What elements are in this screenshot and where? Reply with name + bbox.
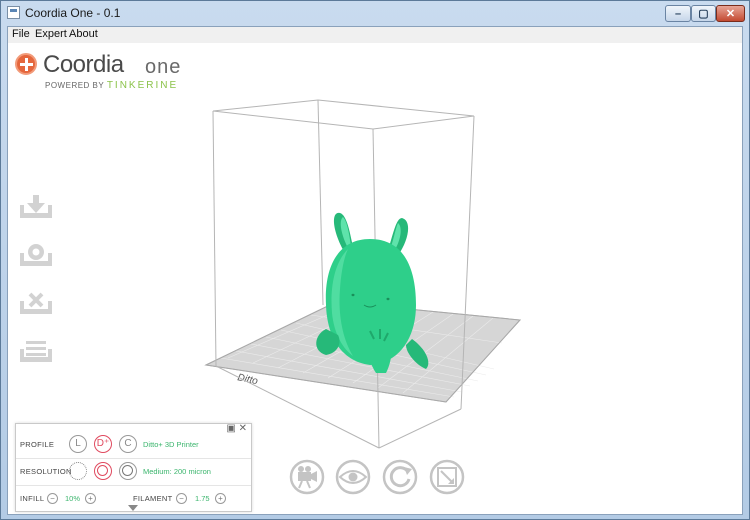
window-title: Coordia One - 0.1	[25, 6, 121, 20]
minimize-icon: –	[674, 8, 682, 20]
bunny-model[interactable]	[316, 212, 429, 373]
layers-icon[interactable]	[20, 341, 52, 362]
menu-bar: File Expert About	[8, 27, 742, 43]
infill-decrease-button[interactable]: −	[47, 493, 58, 504]
app-window: Coordia One - 0.1 – ▢ ✕ File Expert Abou…	[0, 0, 750, 520]
profile-option-l[interactable]: L	[69, 435, 87, 453]
menu-about[interactable]: About	[69, 28, 98, 40]
resolution-value: Medium: 200 micron	[143, 467, 211, 476]
logo-plus-icon	[15, 53, 37, 75]
clear-icon[interactable]	[20, 292, 52, 314]
close-button[interactable]: ✕	[716, 5, 745, 22]
camera-icon[interactable]	[289, 459, 325, 495]
menu-file[interactable]: File	[12, 28, 30, 40]
logo-powered-text: POWERED BY	[45, 81, 105, 90]
resolution-high[interactable]	[119, 462, 137, 480]
infill-label: INFILL	[20, 494, 45, 503]
view-eye-icon[interactable]	[335, 459, 371, 495]
logo-suffix: one	[145, 56, 182, 78]
maximize-button[interactable]: ▢	[691, 5, 716, 22]
resolution-medium[interactable]	[94, 462, 112, 480]
viewport-3d[interactable]: Ditto Coordia one POWERED BY TINKERINE ▣…	[8, 43, 742, 514]
infill-increase-button[interactable]: +	[85, 493, 96, 504]
maximize-icon: ▢	[698, 8, 709, 20]
client-area: File Expert About Ditto Coordia one POWE…	[7, 26, 743, 515]
profile-value: Ditto+ 3D Printer	[143, 440, 199, 449]
filament-decrease-button[interactable]: −	[176, 493, 187, 504]
resolution-low[interactable]	[69, 462, 87, 480]
ditto-bed-label: Ditto	[236, 372, 259, 387]
filament-label: FILAMENT	[133, 494, 173, 503]
title-bar[interactable]: Coordia One - 0.1 – ▢ ✕	[1, 1, 749, 25]
filament-increase-button[interactable]: +	[215, 493, 226, 504]
scale-icon[interactable]	[429, 459, 465, 495]
filament-value: 1.75	[195, 494, 210, 503]
close-icon: ✕	[725, 8, 736, 20]
profile-option-c[interactable]: C	[119, 435, 137, 453]
logo-word: Coordia	[43, 51, 124, 79]
profile-row: PROFILE L D⁺ C Ditto+ 3D Printer	[16, 432, 251, 459]
settings-icon[interactable]	[20, 244, 52, 266]
rotate-icon[interactable]	[382, 459, 418, 495]
resolution-row: RESOLUTION Medium: 200 micron	[16, 459, 251, 486]
coordia-logo: Coordia one POWERED BY TINKERINE	[14, 49, 204, 91]
logo-word-main: Coordia	[43, 51, 124, 78]
logo-powered-by: POWERED BY TINKERINE	[45, 80, 178, 91]
print-settings-panel: ▣ ✕ PROFILE L D⁺ C Ditto+ 3D Printer RES…	[15, 423, 252, 512]
app-window-icon[interactable]	[7, 6, 20, 19]
menu-expert[interactable]: Expert	[35, 28, 67, 40]
profile-label: PROFILE	[20, 440, 55, 449]
logo-brand: TINKERINE	[106, 80, 179, 91]
minimize-button[interactable]: –	[665, 5, 691, 22]
import-icon[interactable]	[20, 195, 52, 218]
svg-text:Ditto: Ditto	[236, 372, 259, 387]
profile-option-dplus[interactable]: D⁺	[94, 435, 112, 453]
resolution-label: RESOLUTION	[20, 467, 72, 476]
infill-value: 10%	[65, 494, 81, 503]
panel-expand-icon[interactable]	[128, 505, 138, 511]
